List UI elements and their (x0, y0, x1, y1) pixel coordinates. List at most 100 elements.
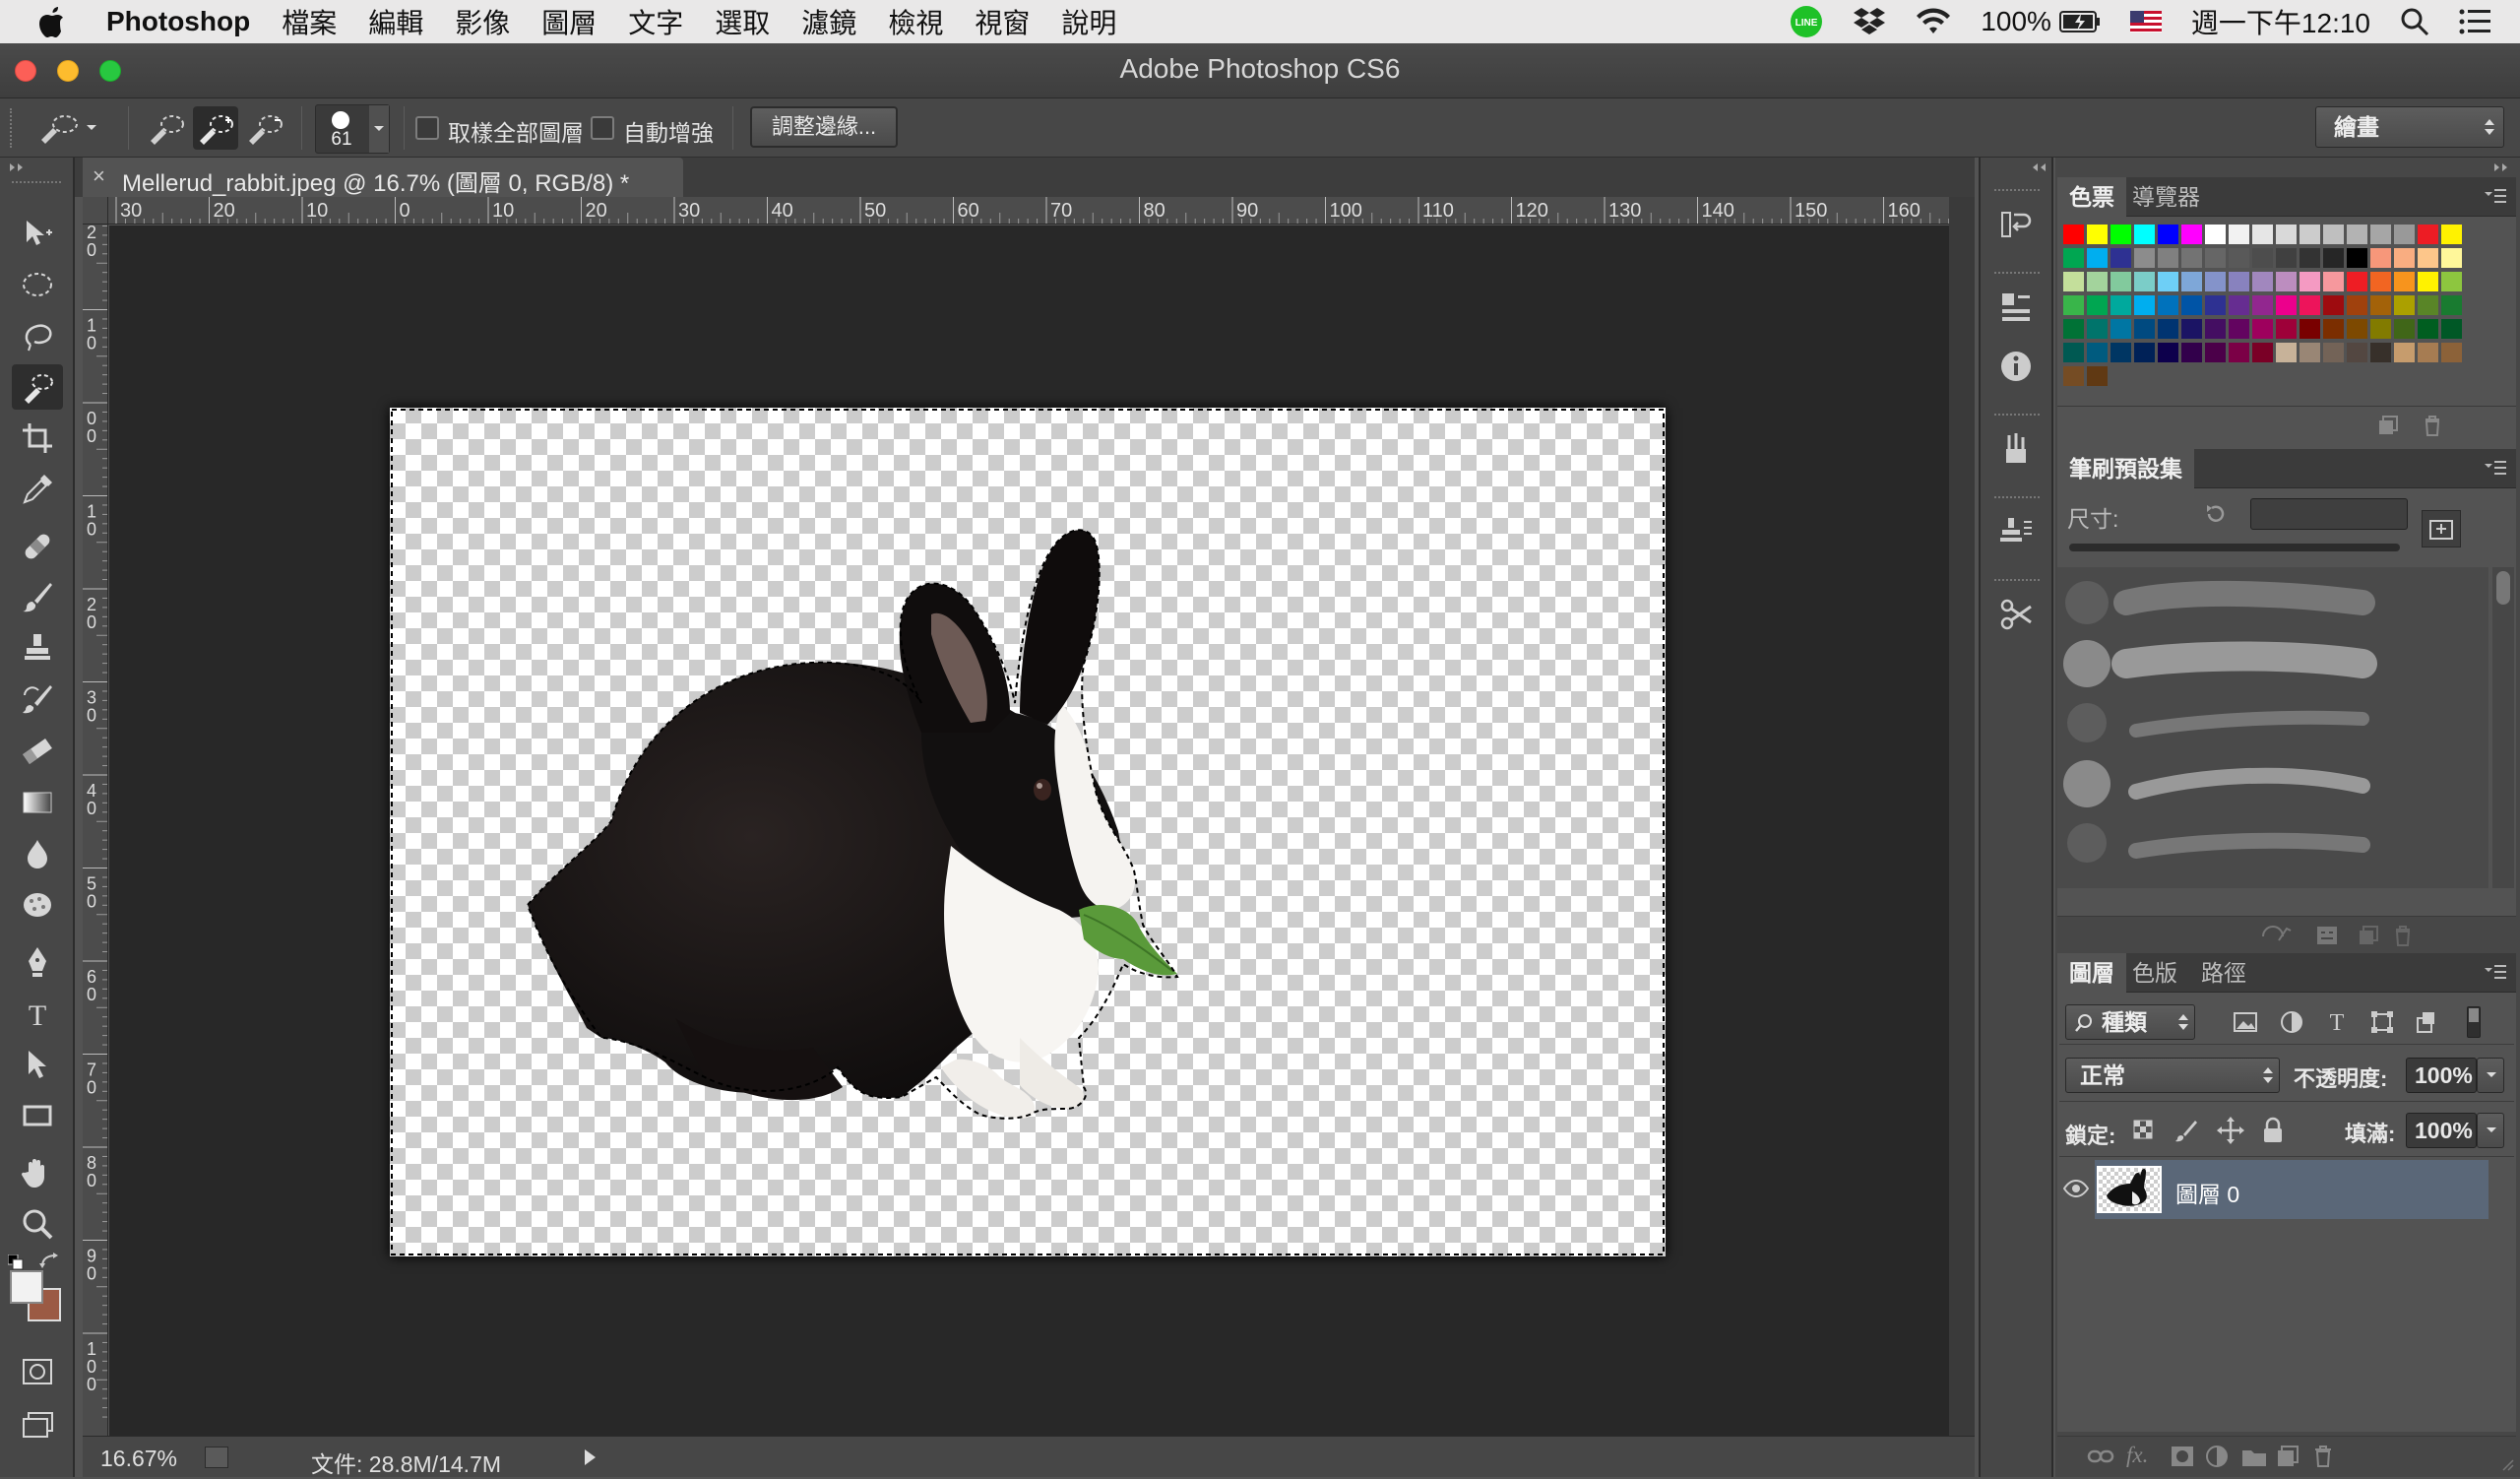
subtract-from-selection-mode-button[interactable] (242, 106, 287, 150)
export-icon[interactable] (205, 1447, 228, 1468)
color-swatch[interactable] (2063, 343, 2084, 362)
color-swatch[interactable] (2394, 295, 2415, 315)
tab-swatches[interactable]: 色票 (2057, 177, 2126, 217)
sample-all-layers-checkbox[interactable] (415, 116, 439, 140)
color-swatch[interactable] (2252, 295, 2273, 315)
color-swatch[interactable] (2063, 366, 2084, 386)
type-layer-filter-icon[interactable]: T (2325, 1008, 2349, 1034)
layer-row-content[interactable]: 圖層 0 (2095, 1160, 2488, 1219)
blend-mode-dropdown[interactable]: 正常 (2065, 1058, 2280, 1093)
path-selection-tool[interactable] (12, 1042, 63, 1087)
color-swatch[interactable] (2276, 225, 2297, 244)
menu-type[interactable]: 文字 (612, 2, 699, 41)
color-swatch[interactable] (2110, 272, 2131, 291)
spotlight-search-icon[interactable] (2400, 7, 2429, 36)
color-swatch[interactable] (2110, 248, 2131, 268)
refine-edge-button[interactable]: 調整邊緣... (750, 106, 898, 148)
screen-mode-button[interactable] (12, 1402, 63, 1447)
color-swatch[interactable] (2347, 319, 2367, 339)
color-swatch[interactable] (2229, 295, 2249, 315)
color-swatch[interactable] (2276, 272, 2297, 291)
tab-layers[interactable]: 圖層 (2057, 953, 2126, 993)
panel-menu-icon[interactable] (2483, 187, 2508, 205)
color-swatch[interactable] (2394, 248, 2415, 268)
panel-menu-icon[interactable] (2483, 459, 2508, 477)
color-swatch[interactable] (2418, 319, 2438, 339)
brush-size-picker[interactable]: 61 (315, 104, 390, 154)
foreground-color-swatch[interactable] (10, 1270, 43, 1304)
color-swatch[interactable] (2158, 248, 2178, 268)
color-swatch[interactable] (2441, 225, 2462, 244)
tab-brush-presets[interactable]: 筆刷預設集 (2057, 449, 2194, 488)
color-swatch[interactable] (2087, 248, 2108, 268)
pen-tool[interactable] (12, 939, 63, 985)
rectangle-tool[interactable] (12, 1093, 63, 1138)
panel-menu-icon[interactable] (2483, 963, 2508, 981)
color-swatch[interactable] (2276, 319, 2297, 339)
brush-list-scrollbar[interactable] (2492, 567, 2514, 888)
color-swatch[interactable] (2252, 225, 2273, 244)
move-tool[interactable] (12, 211, 63, 256)
toggle-brush-panel-icon[interactable] (2259, 925, 2299, 946)
color-swatch[interactable] (2300, 343, 2320, 362)
color-swatch[interactable] (2441, 295, 2462, 315)
color-swatch[interactable] (2418, 225, 2438, 244)
brush-preset-row[interactable] (2067, 703, 2369, 742)
info-panel-button[interactable] (1990, 341, 2042, 392)
color-swatch[interactable] (2087, 225, 2108, 244)
color-swatch[interactable] (2205, 225, 2226, 244)
menu-filter[interactable]: 濾鏡 (786, 2, 872, 41)
swap-colors-icon[interactable] (39, 1253, 61, 1270)
color-swatch[interactable] (2394, 225, 2415, 244)
opacity-slider-button[interactable] (2477, 1058, 2504, 1093)
brush-presets-grid-icon[interactable] (2315, 925, 2339, 946)
color-swatch[interactable] (2181, 295, 2202, 315)
fill-input[interactable]: 100% (2406, 1113, 2477, 1148)
quick-selection-tool[interactable] (12, 364, 63, 410)
color-swatch[interactable] (2229, 248, 2249, 268)
layer-filter-dropdown[interactable]: 種類 (2065, 1004, 2195, 1040)
color-swatch[interactable] (2370, 225, 2391, 244)
healing-brush-tool[interactable] (12, 524, 63, 569)
color-swatch[interactable] (2441, 343, 2462, 362)
color-swatch[interactable] (2229, 343, 2249, 362)
color-swatch[interactable] (2158, 343, 2178, 362)
type-tool[interactable]: T (12, 991, 63, 1036)
dropbox-icon[interactable] (1853, 7, 1886, 36)
color-swatch[interactable] (2394, 272, 2415, 291)
battery-icon[interactable] (2058, 11, 2101, 32)
play-arrow-icon[interactable] (583, 1448, 597, 1466)
resize-grip[interactable] (2500, 1457, 2514, 1471)
color-swatch[interactable] (2110, 319, 2131, 339)
color-swatch[interactable] (2181, 272, 2202, 291)
brush-preset-row[interactable] (2065, 580, 2375, 624)
color-swatch[interactable] (2347, 295, 2367, 315)
color-swatch[interactable] (2323, 343, 2344, 362)
clone-stamp-tool[interactable] (12, 626, 63, 672)
color-swatch[interactable] (2300, 248, 2320, 268)
document-canvas[interactable] (390, 408, 1666, 1256)
menu-image[interactable]: 影像 (439, 2, 526, 41)
layer-visibility-toggle[interactable] (2057, 1160, 2093, 1219)
color-swatch[interactable] (2181, 225, 2202, 244)
color-swatch[interactable] (2347, 225, 2367, 244)
hand-tool[interactable] (12, 1150, 63, 1195)
color-swatch[interactable] (2441, 248, 2462, 268)
horizontal-ruler[interactable]: 30 20 10 0 10 20 30 40 50 60 70 80 90 100 110 120 130 140… (108, 197, 1949, 225)
collapse-arrows-icon[interactable] (2030, 161, 2049, 173)
color-swatch[interactable] (2205, 295, 2226, 315)
brush-tool[interactable] (12, 575, 63, 620)
color-swatch[interactable] (2418, 248, 2438, 268)
color-swatch[interactable] (2276, 295, 2297, 315)
gradient-tool[interactable] (12, 780, 63, 825)
color-swatch[interactable] (2134, 343, 2155, 362)
history-panel-button[interactable] (1990, 199, 2042, 250)
color-swatch[interactable] (2347, 272, 2367, 291)
color-swatch[interactable] (2347, 343, 2367, 362)
line-app-icon[interactable]: LINE (1790, 5, 1823, 38)
brush-preset-list[interactable] (2057, 567, 2488, 888)
workspace-switcher[interactable]: 繪畫 (2315, 106, 2504, 148)
color-swatch[interactable] (2300, 319, 2320, 339)
quick-mask-button[interactable] (12, 1349, 63, 1394)
color-swatch[interactable] (2394, 343, 2415, 362)
